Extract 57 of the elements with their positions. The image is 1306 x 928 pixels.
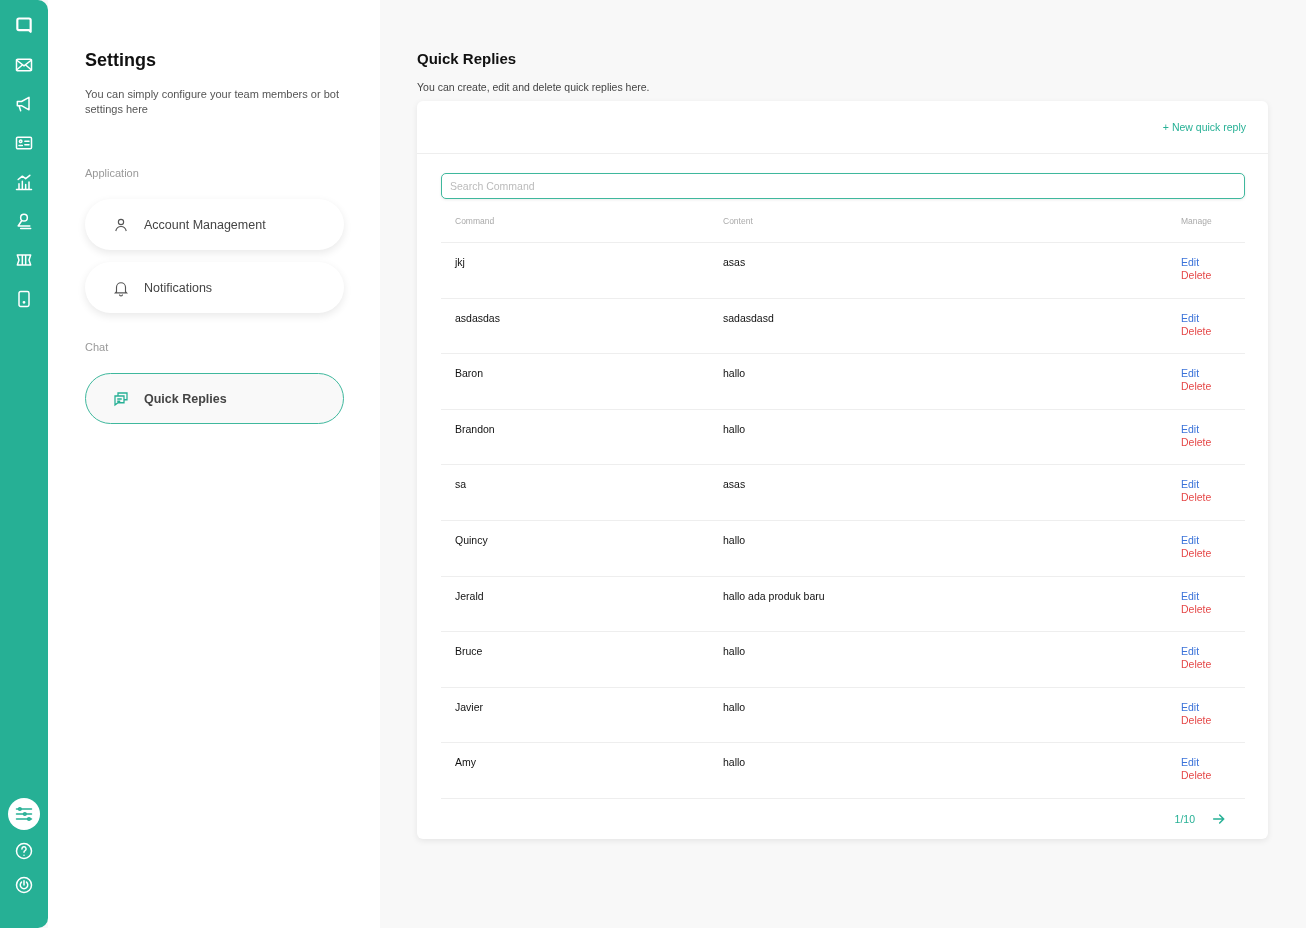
delete-link[interactable]: Delete [1181, 269, 1212, 281]
edit-link[interactable]: Edit [1181, 256, 1200, 268]
settings-menu-item[interactable]: Notifications [85, 262, 344, 313]
page-subtitle: You can create, edit and delete quick replies here. [417, 81, 651, 93]
search-field[interactable]: Search Command [441, 173, 1245, 199]
column-header: Manage [1181, 215, 1213, 226]
delete-link[interactable]: Delete [1181, 602, 1212, 615]
table-cell-text: Brandon [455, 422, 496, 435]
section-label: Application [85, 167, 140, 179]
table-cell-text: Javier [455, 700, 484, 713]
table-cell-text: Baron [455, 367, 485, 380]
delete-link[interactable]: Delete [1181, 380, 1212, 393]
settings-menu-item[interactable]: Account Management [85, 199, 344, 250]
table-cell-text: Bruce [455, 645, 484, 658]
sliders-icon[interactable] [8, 798, 40, 830]
table-cell-text: hallo [723, 700, 747, 713]
table-cell-text: asdasdas [455, 311, 501, 324]
edit-link[interactable]: Edit [1181, 367, 1200, 380]
settings-menu-item[interactable]: Quick Replies [85, 373, 344, 424]
column-header: Command [455, 215, 496, 226]
table-cell-text: sa [455, 478, 468, 491]
delete-link[interactable]: Delete [1181, 491, 1212, 504]
table-cell-text: hallo ada produk baru [723, 589, 826, 602]
section-label: Chat [85, 341, 110, 353]
delete-link[interactable]: Delete [1181, 769, 1212, 782]
table-cell-text: sadasdasd [723, 311, 775, 324]
chat-icon [112, 389, 130, 408]
table-cell-text: hallo [723, 367, 747, 380]
table-cell-text: asas [723, 478, 747, 491]
delete-link[interactable]: Delete [1181, 435, 1212, 448]
table-cell-text: hallo [723, 645, 747, 658]
table-cell-text: Amy [455, 756, 477, 769]
table-cell-text: asas [723, 256, 747, 268]
delete-link[interactable]: Delete [1181, 324, 1212, 337]
edit-link[interactable]: Edit [1181, 311, 1200, 324]
settings-title: Settings [85, 50, 157, 71]
delete-link[interactable]: Delete [1181, 658, 1212, 671]
column-header: Content [723, 215, 754, 226]
edit-link[interactable]: Edit [1181, 478, 1200, 491]
table-cell-text: jkj [455, 256, 466, 268]
edit-link[interactable]: Edit [1181, 589, 1200, 602]
page-title: Quick Replies [417, 50, 518, 67]
settings-description: You can simply configure your team members or bot settings here [85, 87, 340, 117]
table-cell-text: Jerald [455, 589, 485, 602]
edit-link[interactable]: Edit [1181, 533, 1200, 546]
edit-link[interactable]: Edit [1181, 645, 1200, 658]
table-cell-text: Quincy [455, 533, 489, 546]
new-quick-reply-link[interactable]: + New quick reply [1162, 121, 1246, 133]
edit-link[interactable]: Edit [1181, 700, 1200, 713]
delete-link[interactable]: Delete [1181, 546, 1212, 559]
edit-link[interactable]: Edit [1181, 756, 1200, 769]
table-cell-text: hallo [723, 756, 747, 769]
delete-link[interactable]: Delete [1181, 713, 1212, 726]
page-indicator: 1/10 [1174, 812, 1195, 825]
table-cell-text: hallo [723, 422, 747, 435]
table-cell-text: hallo [723, 533, 747, 546]
edit-link[interactable]: Edit [1181, 422, 1200, 435]
